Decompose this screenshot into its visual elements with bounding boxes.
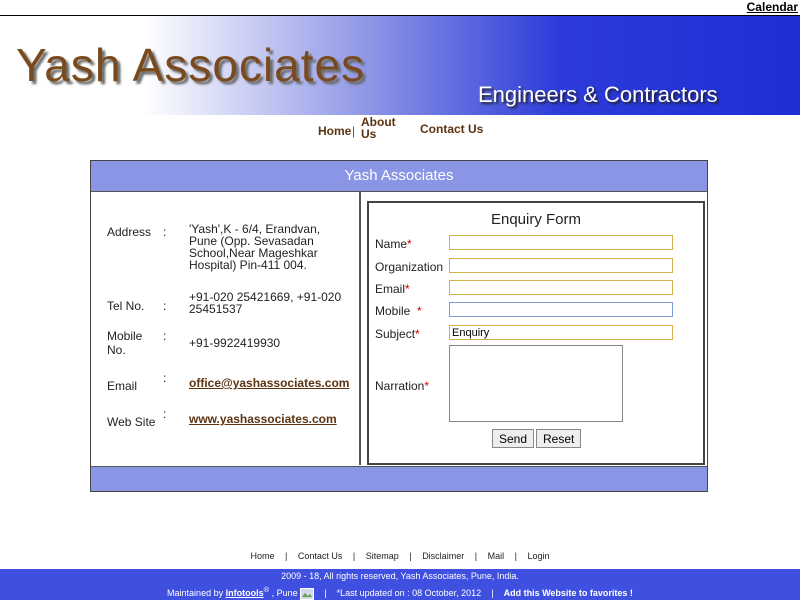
header-banner: Yash Associates Engineers & Contractors	[0, 16, 800, 115]
footer-separator: |	[474, 551, 478, 561]
email-input[interactable]	[449, 280, 673, 295]
website-row: Web Site : www.yashassociates.com	[107, 407, 367, 431]
organization-input[interactable]	[449, 258, 673, 273]
nav-about[interactable]: About Us	[361, 116, 396, 140]
tagline: Engineers & Contractors	[478, 82, 718, 107]
colon: :	[163, 225, 167, 239]
colon: :	[163, 299, 167, 313]
email-link[interactable]: office@yashassociates.com	[189, 377, 349, 389]
email-row: Email : office@yashassociates.com	[107, 371, 367, 395]
subject-input[interactable]	[449, 325, 673, 340]
footer-separator: |	[409, 551, 412, 561]
name-input[interactable]	[449, 235, 673, 250]
site-logo: Yash Associates	[16, 39, 366, 91]
nav-contact[interactable]: Contact Us	[420, 122, 483, 136]
copyright-text: 2009 - 18, All rights reserved, Yash Ass…	[281, 571, 519, 581]
address-row: Address : 'Yash',K - 6/4, Erandvan, Pune…	[107, 222, 367, 285]
footer-separator: |	[285, 551, 288, 561]
broken-image-icon	[300, 587, 315, 600]
narration-textarea[interactable]	[449, 345, 623, 422]
calendar-link[interactable]: Calendar	[747, 0, 798, 14]
tel-value: +91-020 25421669, +91-020 25451537	[189, 290, 342, 316]
main-nav: Home | About Us Contact Us	[0, 116, 800, 146]
panel-footer	[91, 466, 707, 491]
tel-row: Tel No. : +91-020 25421669, +91-020 2545…	[107, 291, 367, 327]
add-favorites-link[interactable]: Add this Website to favorites !	[504, 588, 633, 598]
maintained-text: Maintained by	[167, 588, 224, 598]
colon: :	[163, 371, 167, 385]
footer-separator: |	[514, 551, 517, 561]
address-value: 'Yash',K - 6/4, Erandvan, Pune (Opp. Sev…	[189, 222, 321, 272]
footer-separator: |	[352, 551, 356, 561]
footer-link-disclaimer[interactable]: Disclaimer	[422, 551, 464, 561]
reset-button[interactable]: Reset	[536, 429, 582, 448]
colon: :	[163, 407, 167, 421]
name-label: Name*	[375, 237, 412, 251]
footer-link-mail[interactable]: Mail	[488, 551, 505, 561]
mobile-value: +91-9922419930	[189, 336, 281, 350]
footer-separator: |	[324, 588, 327, 598]
panel-header: Yash Associates	[91, 161, 707, 192]
colon: :	[163, 329, 167, 343]
narration-label: Narration*	[375, 379, 430, 393]
website-link[interactable]: www.yashassociates.com	[189, 413, 347, 425]
address-label: Address	[107, 225, 152, 239]
registered-mark: ®	[263, 585, 270, 594]
mobile-row: Mobile No. : +91-9922419930	[107, 329, 367, 359]
website-label: Web Site	[107, 415, 156, 429]
footer-link-home[interactable]: Home	[250, 551, 274, 561]
mobile-input[interactable]	[449, 302, 673, 317]
contact-panel: Yash Associates Address : 'Yash',K - 6/4…	[90, 160, 708, 492]
mobile-label: Mobile No.	[107, 329, 143, 357]
mobile-field-label: Mobile *	[375, 304, 422, 318]
form-title: Enquiry Form	[490, 211, 582, 228]
enquiry-form: Enquiry Form Name* Organization Email* M…	[367, 201, 705, 465]
footer-link-sitemap[interactable]: Sitemap	[366, 551, 399, 561]
footer-info-line: Maintained by Infotools® , Pune | *Last …	[0, 585, 800, 600]
nav-home[interactable]: Home	[318, 124, 351, 138]
last-updated-text: *Last updated on : 08 October, 2012	[336, 588, 482, 598]
top-bar: Calendar	[0, 0, 800, 16]
tel-label: Tel No.	[107, 299, 145, 313]
footer-link-contact[interactable]: Contact Us	[298, 551, 343, 561]
nav-separator: |	[352, 124, 356, 138]
footer-links: Home | Contact Us | Sitemap | Disclaimer…	[0, 551, 800, 561]
pune-text: , Pune	[271, 588, 298, 598]
organization-label: Organization	[375, 260, 444, 274]
email-label: Email	[107, 379, 138, 393]
footer-separator: |	[491, 588, 494, 598]
subject-label: Subject*	[375, 327, 420, 341]
footer-link-login[interactable]: Login	[527, 551, 549, 561]
email-field-label: Email*	[375, 282, 410, 296]
footer-bar: 2009 - 18, All rights reserved, Yash Ass…	[0, 569, 800, 600]
send-button[interactable]: Send	[492, 429, 535, 448]
infotools-link[interactable]: Infotools	[226, 588, 264, 598]
